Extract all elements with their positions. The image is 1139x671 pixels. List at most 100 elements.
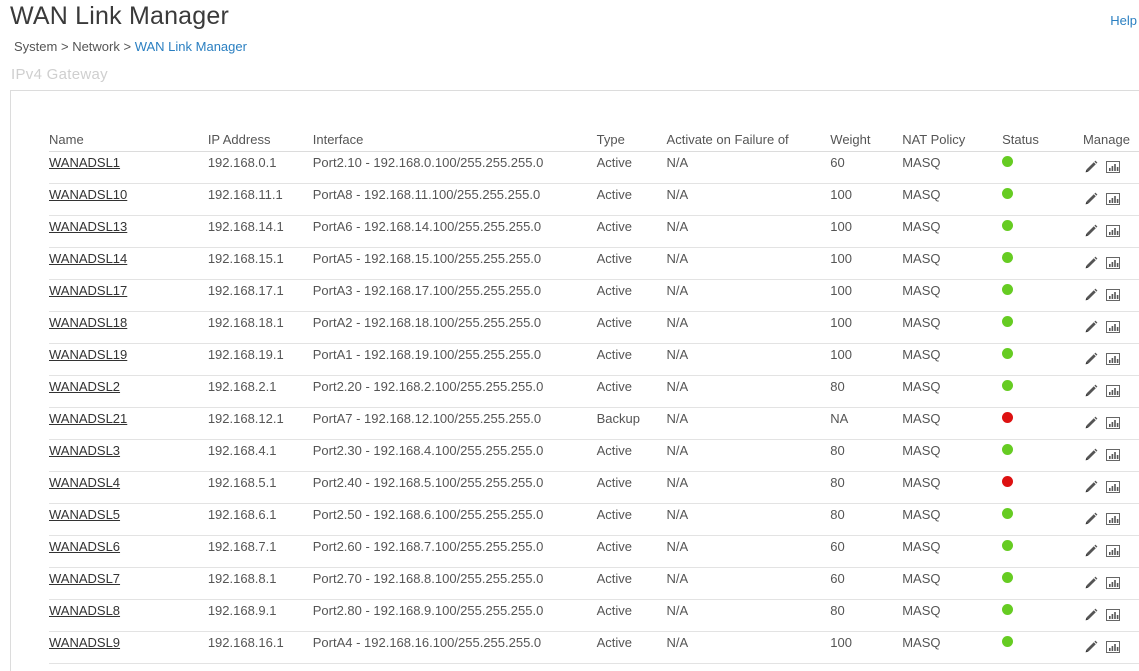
ip-address: 192.168.4.1 <box>207 443 277 458</box>
ip-address: 192.168.16.1 <box>207 635 284 650</box>
bar-chart-icon[interactable] <box>1105 255 1121 271</box>
pencil-icon[interactable] <box>1083 255 1099 271</box>
column-header-weight[interactable]: Weight <box>830 127 903 152</box>
cell-weight: 100 <box>830 279 903 312</box>
pencil-icon[interactable] <box>1083 415 1099 431</box>
cell-nat: MASQ <box>902 247 1003 280</box>
status-dot-icon <box>1002 412 1014 423</box>
gateway-name-link[interactable]: WANADSL13 <box>49 216 127 234</box>
pencil-icon[interactable] <box>1083 543 1099 559</box>
interface-value: Port2.20 - 192.168.2.100/255.255.255.0 <box>312 379 544 394</box>
cell-status <box>1002 407 1083 440</box>
pencil-icon[interactable] <box>1083 287 1099 303</box>
cell-manage <box>1082 151 1139 184</box>
breadcrumb-system[interactable]: System <box>14 39 57 54</box>
pencil-icon[interactable] <box>1083 383 1099 399</box>
gateway-name-link[interactable]: WANADSL19 <box>49 344 127 362</box>
cell-name: WANADSL7 <box>49 567 208 600</box>
cell-ip: 192.168.9.1 <box>207 599 313 632</box>
column-header-failover[interactable]: Activate on Failure of <box>666 127 831 152</box>
cell-status <box>1002 535 1083 568</box>
bar-chart-icon[interactable] <box>1105 639 1121 655</box>
cell-interface: Port2.10 - 192.168.0.100/255.255.255.0 <box>312 151 597 184</box>
status-dot-icon <box>1002 572 1014 583</box>
gateway-name-link[interactable]: WANADSL17 <box>49 280 127 298</box>
help-link[interactable]: Help <box>1110 13 1137 28</box>
pencil-icon[interactable] <box>1083 607 1099 623</box>
gateway-name-link[interactable]: WANADSL10 <box>49 184 127 202</box>
cell-manage <box>1082 375 1139 408</box>
cell-manage <box>1082 631 1139 664</box>
gateway-name-link[interactable]: WANADSL8 <box>49 600 120 618</box>
column-header-ip[interactable]: IP Address <box>207 127 313 152</box>
gateway-name-link[interactable]: WANADSL7 <box>49 568 120 586</box>
weight-value: 100 <box>830 347 852 362</box>
cell-ip: 192.168.16.1 <box>207 631 313 664</box>
bar-chart-icon[interactable] <box>1105 543 1121 559</box>
bar-chart-icon[interactable] <box>1105 479 1121 495</box>
bar-chart-icon[interactable] <box>1105 415 1121 431</box>
bar-chart-icon[interactable] <box>1105 575 1121 591</box>
bar-chart-icon[interactable] <box>1105 607 1121 623</box>
pencil-icon[interactable] <box>1083 223 1099 239</box>
section-title: IPv4 Gateway <box>11 66 108 83</box>
cell-type: Active <box>596 631 667 664</box>
status-dot-icon <box>1002 380 1014 391</box>
bar-chart-icon[interactable] <box>1105 159 1121 175</box>
pencil-icon[interactable] <box>1083 639 1099 655</box>
type-value: Active <box>596 283 633 298</box>
bar-chart-icon[interactable] <box>1105 511 1121 527</box>
weight-value: 80 <box>830 603 845 618</box>
gateway-name-link[interactable]: WANADSL21 <box>49 408 127 426</box>
pencil-icon[interactable] <box>1083 191 1099 207</box>
gateway-name-link[interactable]: WANADSL9 <box>49 632 120 650</box>
gateway-name-link[interactable]: WANADSL6 <box>49 536 120 554</box>
cell-manage <box>1082 311 1139 344</box>
breadcrumb-network[interactable]: Network <box>72 39 120 54</box>
table-row: WANADSL1 192.168.0.1 Port2.10 - 192.168.0.… <box>49 151 1139 184</box>
column-header-status[interactable]: Status <box>1002 127 1083 152</box>
interface-value: PortA6 - 192.168.14.100/255.255.255.0 <box>312 219 542 234</box>
table-row: WANADSL13 192.168.14.1 PortA6 - 192.168.14… <box>49 215 1139 248</box>
table-row: WANADSL18 192.168.18.1 PortA2 - 192.168.18… <box>49 311 1139 344</box>
bar-chart-icon[interactable] <box>1105 319 1121 335</box>
gateway-name-link[interactable]: WANADSL5 <box>49 504 120 522</box>
status-dot-icon <box>1002 476 1014 487</box>
table-row: WANADSL8 192.168.9.1 Port2.80 - 192.168.9.… <box>49 599 1139 632</box>
gateway-table: Name IP Address Interface Type Activate … <box>49 127 1139 664</box>
cell-weight: 100 <box>830 215 903 248</box>
pencil-icon[interactable] <box>1083 447 1099 463</box>
interface-value: Port2.70 - 192.168.8.100/255.255.255.0 <box>312 571 544 586</box>
gateway-name-link[interactable]: WANADSL4 <box>49 472 120 490</box>
cell-manage <box>1082 183 1139 216</box>
pencil-icon[interactable] <box>1083 159 1099 175</box>
gateway-name-link[interactable]: WANADSL14 <box>49 248 127 266</box>
gateway-name-link[interactable]: WANADSL2 <box>49 376 120 394</box>
bar-chart-icon[interactable] <box>1105 223 1121 239</box>
gateway-name-link[interactable]: WANADSL3 <box>49 440 120 458</box>
bar-chart-icon[interactable] <box>1105 447 1121 463</box>
pencil-icon[interactable] <box>1083 575 1099 591</box>
pencil-icon[interactable] <box>1083 479 1099 495</box>
cell-interface: PortA7 - 192.168.12.100/255.255.255.0 <box>312 407 597 440</box>
ip-address: 192.168.15.1 <box>207 251 284 266</box>
column-header-type[interactable]: Type <box>596 127 667 152</box>
cell-nat: MASQ <box>902 567 1003 600</box>
column-header-nat[interactable]: NAT Policy <box>902 127 1003 152</box>
cell-type: Backup <box>596 407 667 440</box>
ip-address: 192.168.5.1 <box>207 475 277 490</box>
bar-chart-icon[interactable] <box>1105 287 1121 303</box>
cell-type: Active <box>596 183 667 216</box>
gateway-name-link[interactable]: WANADSL1 <box>49 152 120 170</box>
bar-chart-icon[interactable] <box>1105 191 1121 207</box>
interface-value: Port2.60 - 192.168.7.100/255.255.255.0 <box>312 539 544 554</box>
column-header-name[interactable]: Name <box>49 127 208 152</box>
pencil-icon[interactable] <box>1083 319 1099 335</box>
bar-chart-icon[interactable] <box>1105 383 1121 399</box>
pencil-icon[interactable] <box>1083 351 1099 367</box>
cell-status <box>1002 247 1083 280</box>
column-header-interface[interactable]: Interface <box>312 127 597 152</box>
gateway-name-link[interactable]: WANADSL18 <box>49 312 127 330</box>
pencil-icon[interactable] <box>1083 511 1099 527</box>
bar-chart-icon[interactable] <box>1105 351 1121 367</box>
